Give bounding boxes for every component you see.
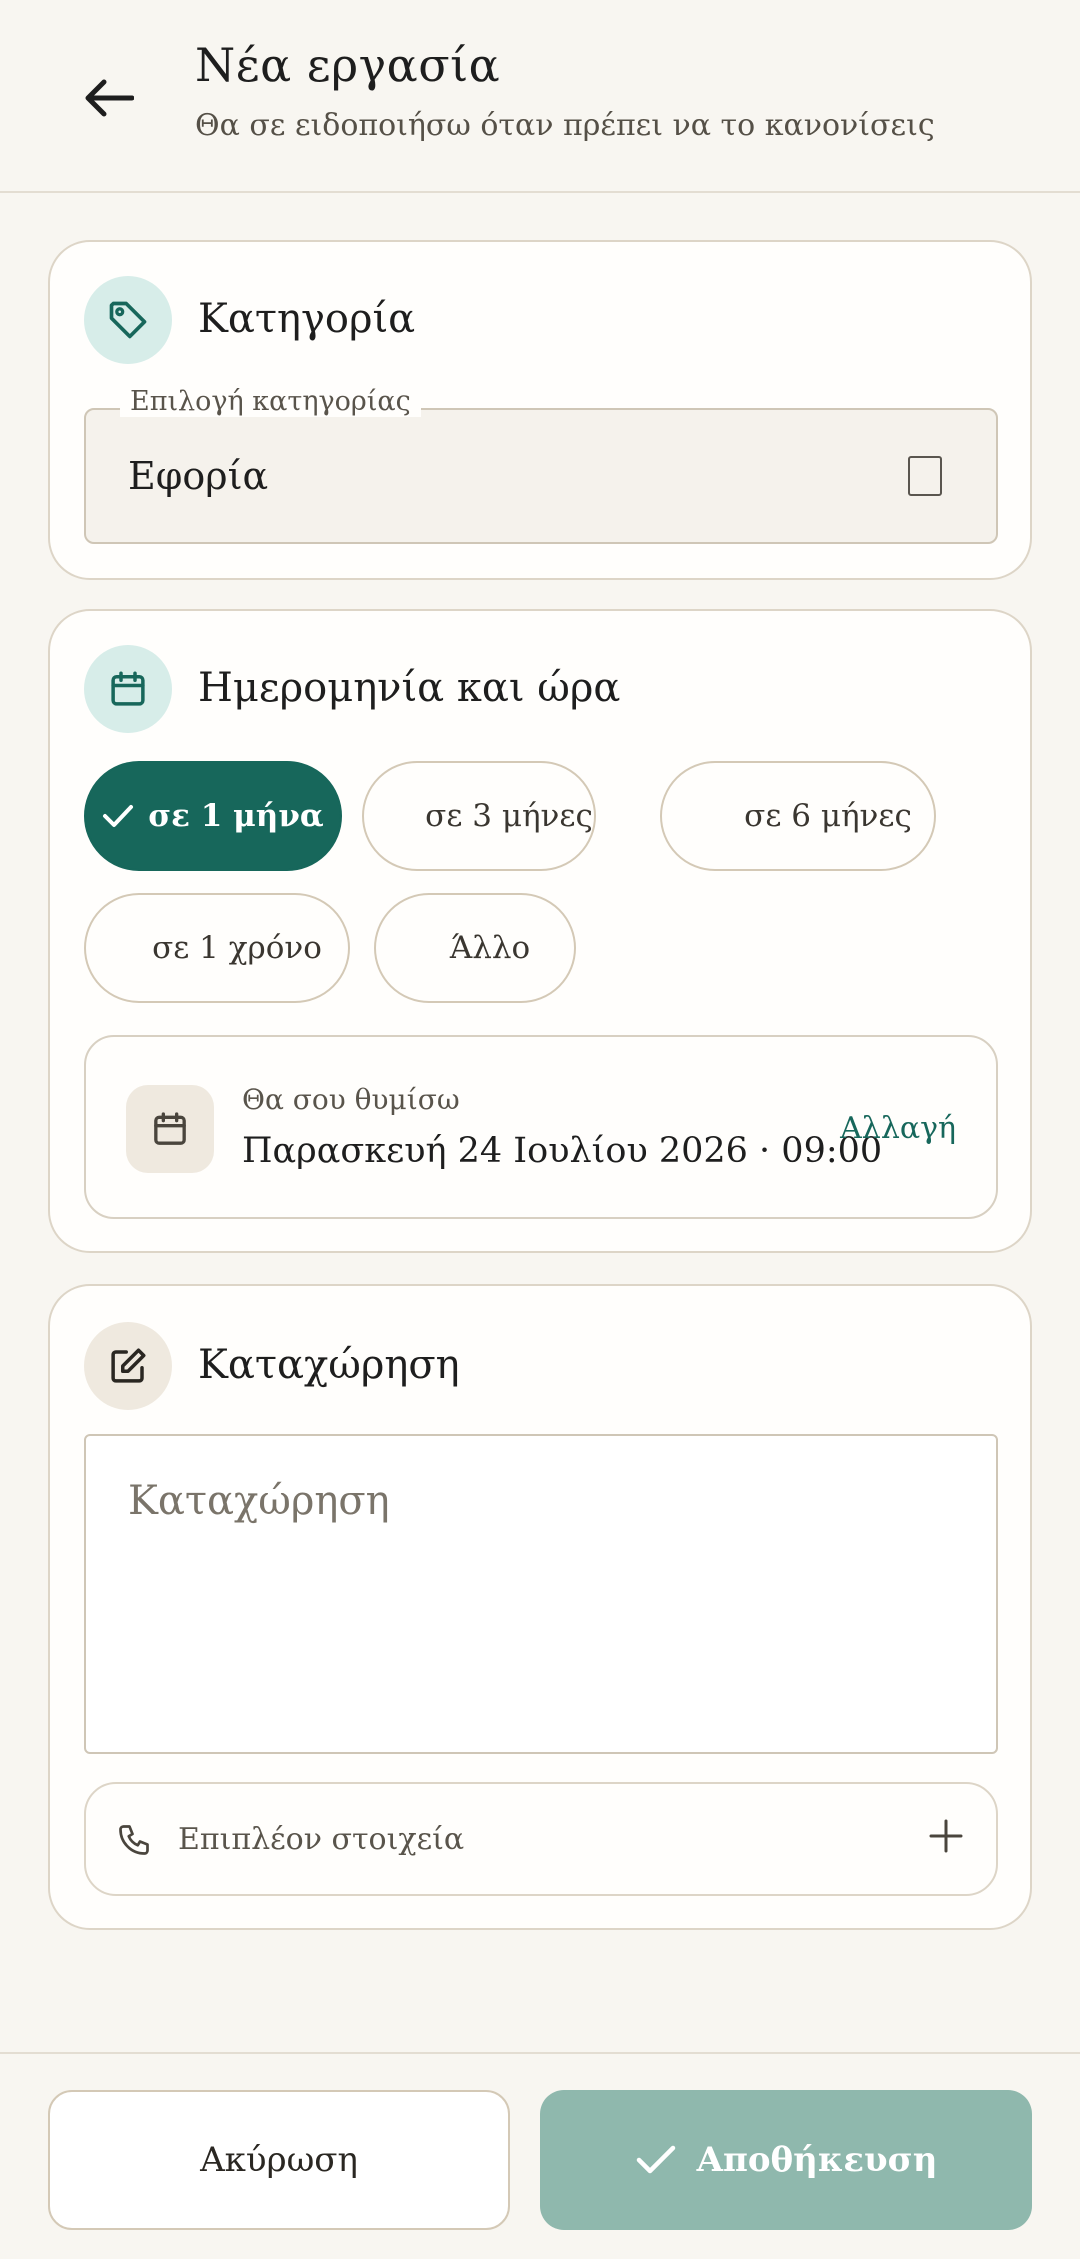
entry-icon-badge xyxy=(84,1322,172,1410)
chip-1-year[interactable]: σε 1 χρόνο xyxy=(84,893,350,1003)
reminder-date: Παρασκευή 24 Ιουλίου 2026 · 09:00 xyxy=(242,1131,883,1171)
app-bar: Νέα εργασία Θα σε ειδοποιήσω όταν πρέπει… xyxy=(0,0,1080,193)
extra-details-label: Επιπλέον στοιχεία xyxy=(178,1822,465,1857)
check-icon xyxy=(102,803,134,829)
phone-icon xyxy=(116,1822,152,1858)
reminder-label: Θα σου θυμίσω xyxy=(242,1083,460,1116)
extra-details-button[interactable]: Επιπλέον στοιχεία xyxy=(84,1782,998,1896)
datetime-icon-badge xyxy=(84,645,172,733)
page-title: Νέα εργασία xyxy=(195,38,501,92)
calendar-icon xyxy=(154,1112,186,1145)
calendar-icon xyxy=(111,671,145,706)
plus-icon xyxy=(926,1816,966,1856)
entry-placeholder: Καταχώρηση xyxy=(128,1478,390,1524)
chip-6-months[interactable]: σε 6 μήνες xyxy=(660,761,936,871)
check-icon xyxy=(635,2143,677,2177)
category-icon-badge xyxy=(84,276,172,364)
reminder-icon-badge xyxy=(126,1085,214,1173)
category-section-title: Κατηγορία xyxy=(198,296,416,342)
cancel-button[interactable]: Ακύρωση xyxy=(48,2090,510,2230)
datetime-section-title: Ημερομηνία και ώρα xyxy=(198,665,621,711)
chip-label: σε 1 χρόνο xyxy=(152,930,322,966)
chip-1-month[interactable]: σε 1 μήνα xyxy=(84,761,342,871)
chip-other[interactable]: Άλλο xyxy=(374,893,576,1003)
change-date-link[interactable]: Αλλαγή xyxy=(840,1111,956,1146)
entry-section-title: Καταχώρηση xyxy=(198,1342,460,1388)
reminder-summary: Θα σου θυμίσω Παρασκευή 24 Ιουλίου 2026 … xyxy=(84,1035,998,1219)
entry-card: Καταχώρηση Καταχώρηση Επιπλέον στοιχεία xyxy=(48,1284,1032,1930)
chip-label: Άλλο xyxy=(449,930,531,966)
edit-icon xyxy=(111,1348,146,1383)
category-card: Κατηγορία Επιλογή κατηγορίας Εφορία xyxy=(48,240,1032,580)
category-select[interactable]: Επιλογή κατηγορίας Εφορία xyxy=(84,386,998,544)
chip-label: σε 3 μήνες xyxy=(425,798,593,834)
chip-label: σε 6 μήνες xyxy=(744,798,912,834)
chip-3-months[interactable]: σε 3 μήνες xyxy=(362,761,596,871)
back-button[interactable] xyxy=(68,58,148,138)
save-button-label: Αποθήκευση xyxy=(696,2140,938,2180)
datetime-card: Ημερομηνία και ώρα σε 1 μήνα σε 3 μήνες … xyxy=(48,609,1032,1253)
save-button[interactable]: Αποθήκευση xyxy=(540,2090,1032,2230)
dropdown-indicator-icon xyxy=(908,456,942,496)
chip-label: σε 1 μήνα xyxy=(148,798,324,834)
page-subtitle: Θα σε ειδοποιήσω όταν πρέπει να το κανον… xyxy=(195,108,935,143)
bottom-action-bar: Ακύρωση Αποθήκευση xyxy=(0,2052,1080,2259)
entry-textarea[interactable]: Καταχώρηση xyxy=(84,1434,998,1754)
arrow-left-icon xyxy=(85,79,134,117)
category-select-legend: Επιλογή κατηγορίας xyxy=(120,386,421,417)
category-select-value: Εφορία xyxy=(128,454,269,498)
tag-icon xyxy=(109,301,147,339)
